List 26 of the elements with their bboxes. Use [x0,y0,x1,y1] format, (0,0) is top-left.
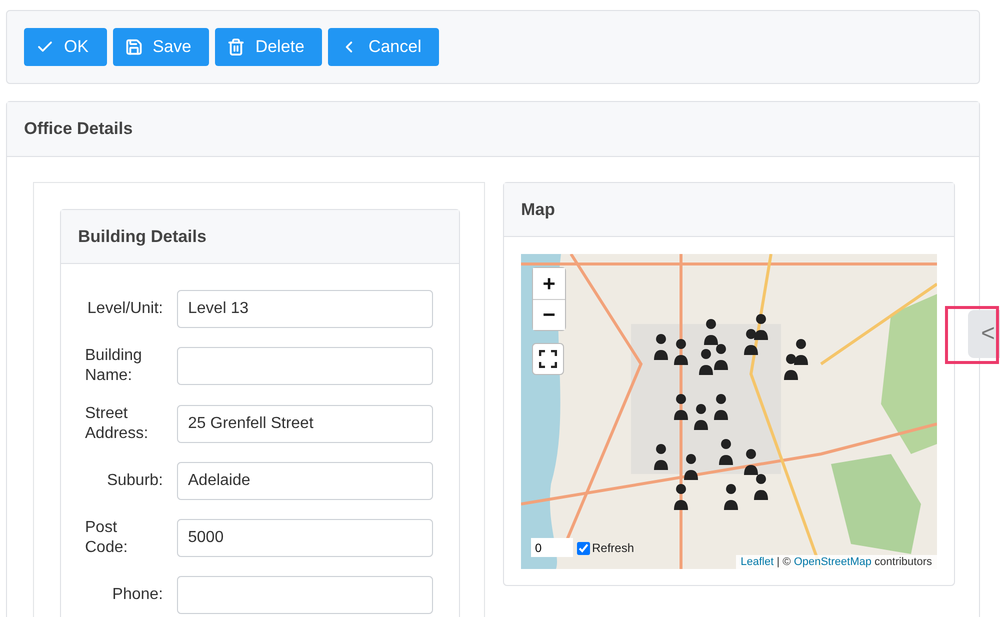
field-label: Street Address: [85,404,150,444]
attribution-link[interactable]: Leaflet [740,556,774,568]
panel-title: Office Details [24,119,133,139]
field-label: Phone: [112,585,163,605]
input-field[interactable]: Level 13 [177,290,433,328]
map-attribution: Leaflet | © OpenStreetMap contributors [736,555,937,569]
trash-icon [227,38,246,56]
side-panel-tab[interactable]: < [968,310,1000,358]
fullscreen-icon [539,350,557,368]
field-label: Level/Unit: [87,299,163,319]
input-field[interactable] [177,576,433,614]
checkbox-label: Refresh [592,541,634,555]
number-spinner[interactable]: 0 [531,538,573,557]
input-field[interactable]: Adelaide [177,462,433,500]
field-label: Post Code: [85,518,129,558]
refresh-checkbox[interactable] [577,542,590,554]
panel-title: Building Details [78,226,206,246]
zoom-out-button[interactable]: − [533,299,565,330]
field-label: Building Name: [85,346,143,386]
input-field[interactable] [177,347,433,385]
input-field[interactable]: 25 Grenfell Street [177,405,433,443]
panel-title: Map [521,200,555,220]
field-label: Suburb: [106,471,163,491]
input-field[interactable]: 5000 [177,519,433,557]
fullscreen-button[interactable] [532,343,564,375]
attribution-link[interactable]: OpenStreetMap [794,556,872,568]
